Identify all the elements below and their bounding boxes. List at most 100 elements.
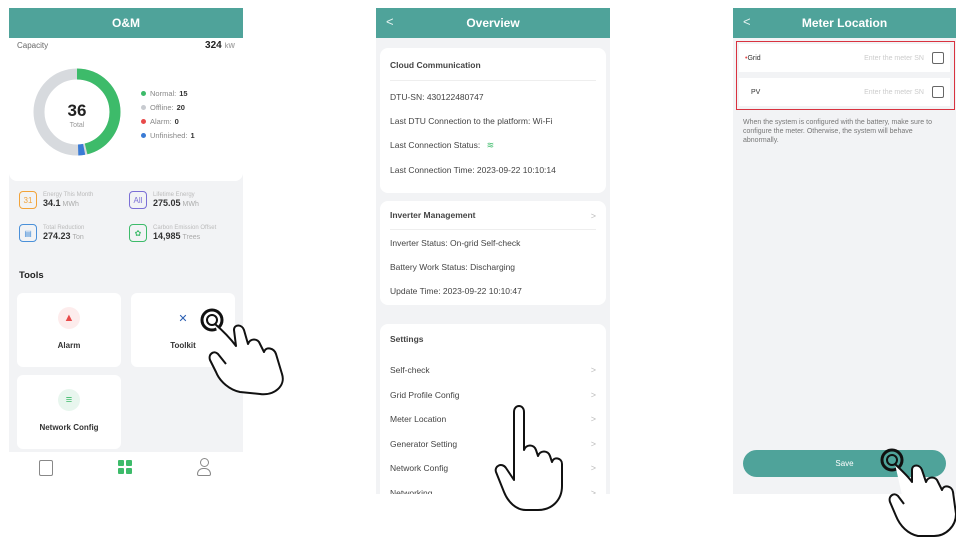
meter-location-screen: < Meter Location • Grid Enter the meter … <box>733 8 956 494</box>
legend-value: 0 <box>174 117 179 126</box>
inverter-management-card: Inverter Management > Inverter Status: O… <box>380 201 606 305</box>
stat-value-wrap: 275.05 MWh <box>153 198 199 208</box>
stat-unit: Ton <box>72 234 84 241</box>
legend-dot <box>141 105 146 110</box>
wifi-icon: ≋ <box>486 140 495 150</box>
settings-item-label: Network Config <box>390 463 449 473</box>
capacity-value: 324 <box>205 40 222 51</box>
chevron-right-icon: > <box>590 365 596 375</box>
update-time: Update Time: 2023-09-22 10:10:47 <box>390 286 522 296</box>
stat-value-wrap: 14,985 Trees <box>153 231 216 241</box>
legend-item: Normal: 15 <box>141 89 195 98</box>
total-value: 36 <box>67 101 87 120</box>
nav-user-icon[interactable] <box>197 458 211 476</box>
stat-value-wrap: 34.1 MWh <box>43 198 93 208</box>
stat-item: ▤ Total Reduction 274.23 Ton <box>19 224 84 242</box>
stat-item: ✿ Carbon Emission Offset 14,985 Trees <box>129 224 216 242</box>
back-icon[interactable]: < <box>386 14 394 29</box>
highlight-box <box>736 41 955 110</box>
legend-label: Unfinished: <box>150 131 188 140</box>
nav-list-icon[interactable] <box>39 460 53 476</box>
capacity-value-wrap: 324 kW <box>205 40 235 51</box>
cloud-heading: Cloud Communication <box>390 60 481 70</box>
legend-label: Normal: <box>150 89 177 98</box>
legend-item: Alarm: 0 <box>141 117 195 126</box>
capacity-label: Capacity <box>17 41 49 50</box>
stat-value: 275.05 <box>153 198 181 208</box>
capacity-unit: kW <box>224 43 236 50</box>
chevron-right-icon: > <box>590 414 596 424</box>
network-icon: ≡ <box>58 389 80 411</box>
reduction-icon: ▤ <box>19 224 37 242</box>
settings-item-label: Self-check <box>390 365 430 375</box>
chevron-right-icon: > <box>590 389 596 400</box>
cloud-communication-card: Cloud Communication DTU-SN: 430122480747… <box>380 48 606 193</box>
tap-hand-icon <box>494 405 563 511</box>
tool-alarm[interactable]: ▲ Alarm <box>17 293 121 367</box>
chevron-right-icon: > <box>590 438 596 449</box>
settings-item-label: Generator Setting <box>390 438 458 449</box>
stat-value: 14,985 <box>153 231 181 241</box>
stat-unit: Trees <box>182 234 201 241</box>
header: < Meter Location <box>733 8 956 38</box>
capacity-card: Capacity 324 kW 36 Total Normal: 15 Offlin… <box>9 38 243 181</box>
all-energy-icon: All <box>129 191 147 209</box>
stat-unit: MWh <box>182 201 199 208</box>
dtu-sn: DTU-SN: 430122480747 <box>390 92 484 102</box>
tools-heading: Tools <box>19 270 44 281</box>
last-connection-status-row: Last Connection Status: ≋ <box>390 140 494 151</box>
status-legend: Normal: 15 Offline: 20 Alarm: 0 Unfinished: 1 <box>141 89 195 145</box>
chevron-right-icon[interactable]: > <box>591 211 596 221</box>
save-label: Save <box>835 459 854 468</box>
tool-label: Alarm <box>57 341 81 350</box>
tap-hand-icon <box>200 308 284 396</box>
page-title: Meter Location <box>801 16 888 30</box>
settings-item[interactable]: Self-check > <box>380 360 606 382</box>
page-title: Overview <box>466 16 520 30</box>
stat-item: 31 Energy This Month 34.1 MWh <box>19 191 93 209</box>
chevron-right-icon: > <box>590 487 596 495</box>
tool-label: Network Config <box>39 423 99 432</box>
chevron-right-icon: > <box>590 463 596 473</box>
legend-item: Offline: 20 <box>141 103 195 112</box>
stat-value-wrap: 274.23 Ton <box>43 231 84 241</box>
settings-item-label: Networking <box>390 487 433 495</box>
om-screen: O&M Capacity 324 kW 36 Total Normal: 15 Of… <box>9 8 243 484</box>
legend-value: 20 <box>176 103 185 112</box>
last-connection-status: Last Connection Status: <box>390 140 481 150</box>
stat-value: 274.23 <box>43 231 71 241</box>
legend-dot <box>141 133 146 138</box>
settings-item-label: Meter Location <box>390 414 447 424</box>
bottom-nav <box>9 452 243 484</box>
inverter-heading[interactable]: Inverter Management <box>390 210 476 220</box>
alarm-icon: ▲ <box>58 307 80 329</box>
legend-value: 1 <box>190 131 195 140</box>
legend-label: Alarm: <box>150 117 172 126</box>
back-icon[interactable]: < <box>743 14 751 29</box>
tap-hand-icon <box>880 448 956 537</box>
legend-dot <box>141 91 146 96</box>
last-connection-platform: Last DTU Connection to the platform: Wi-… <box>390 116 553 126</box>
nav-grid-icon[interactable] <box>118 460 132 474</box>
settings-heading: Settings <box>390 334 424 344</box>
last-connection-time: Last Connection Time: 2023-09-22 10:10:1… <box>390 165 556 175</box>
calendar-icon: 31 <box>19 191 37 209</box>
battery-work-status: Battery Work Status: Discharging <box>390 262 516 272</box>
stat-unit: MWh <box>62 201 79 208</box>
settings-item-label: Grid Profile Config <box>390 389 460 400</box>
header: O&M <box>9 8 243 38</box>
legend-value: 15 <box>179 89 188 98</box>
stat-value: 34.1 <box>43 198 61 208</box>
meter-fields-group: • Grid Enter the meter SN PV Enter the m… <box>733 40 956 112</box>
inverter-status: Inverter Status: On-grid Self-check <box>390 238 521 248</box>
total-label: Total <box>69 122 85 129</box>
legend-item: Unfinished: 1 <box>141 131 195 140</box>
meter-note: When the system is configured with the b… <box>743 119 932 144</box>
page-title: O&M <box>112 16 140 30</box>
header: < Overview <box>376 8 610 38</box>
legend-label: Offline: <box>150 103 174 112</box>
tool-network-config[interactable]: ≡ Network Config <box>17 375 121 449</box>
stat-item: All Lifetime Energy 275.05 MWh <box>129 191 199 209</box>
tree-icon: ✿ <box>129 224 147 242</box>
legend-dot <box>141 119 146 124</box>
